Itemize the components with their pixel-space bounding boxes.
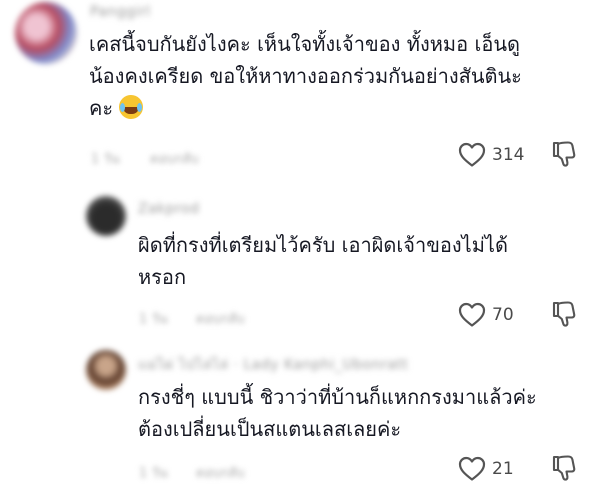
like-button[interactable]: 21 <box>458 456 514 482</box>
dislike-button[interactable] <box>551 454 577 486</box>
comment-line-1: ผิดที่กรงที่เตรียมไว้ครับ เอาผิดเจ้าของไ… <box>138 233 508 257</box>
reply-button[interactable]: ตอบกลับ <box>196 462 245 483</box>
thumb-down-outline-icon <box>552 301 576 327</box>
laughing-tears-emoji-icon <box>119 95 144 119</box>
like-button[interactable]: 70 <box>458 302 514 328</box>
like-count: 70 <box>492 305 514 325</box>
thumb-down-outline-icon <box>552 141 576 167</box>
heart-outline-icon <box>458 142 486 167</box>
reply-button[interactable]: ตอบกลับ <box>150 148 199 169</box>
comment-line-3-text: คะ <box>89 96 114 120</box>
heart-outline-icon <box>458 302 486 327</box>
comment-time: 1 วัน <box>139 466 168 481</box>
username[interactable]: แม่ไผ่ ไปไล่ไล่ · Lady Kanphi_Ubonratt <box>138 354 408 376</box>
dislike-button[interactable] <box>551 300 577 332</box>
like-button[interactable]: 314 <box>458 142 524 168</box>
thumb-down-outline-icon <box>552 455 576 481</box>
comment-line-2: ต้องเปลี่ยนเป็นสแตนเลสเลยค่ะ <box>138 417 402 441</box>
comment-text: เคสนี้จบกันยังไงคะ เห็นใจทั้งเจ้าของ ทั้… <box>89 28 589 124</box>
dislike-button[interactable] <box>551 140 577 172</box>
comment-line-2: หรอก <box>138 265 187 289</box>
comment-text: ผิดที่กรงที่เตรียมไว้ครับ เอาผิดเจ้าของไ… <box>138 229 588 293</box>
username[interactable]: Zakprod <box>138 201 200 217</box>
comment-line-1: กรงชี่ๆ แบบนี้ ชิวาว่าที่บ้านก็แหกกรงมาแ… <box>138 385 537 409</box>
comment-time: 1 วัน <box>91 152 120 167</box>
avatar[interactable] <box>15 2 77 64</box>
like-count: 314 <box>492 145 525 165</box>
comment-time: 1 วัน <box>139 312 168 327</box>
avatar[interactable] <box>86 350 126 390</box>
heart-outline-icon <box>458 456 486 481</box>
reply-button[interactable]: ตอบกลับ <box>196 308 245 329</box>
username[interactable]: Panggirl <box>90 4 151 20</box>
comment-text: กรงชี่ๆ แบบนี้ ชิวาว่าที่บ้านก็แหกกรงมาแ… <box>138 381 588 445</box>
avatar[interactable] <box>86 196 126 236</box>
comment-line-2: น้องคงเครียด ขอให้หาทางออกร่วมกันอย่างสั… <box>89 64 522 88</box>
comment-line-1: เคสนี้จบกันยังไงคะ เห็นใจทั้งเจ้าของ ทั้… <box>89 32 520 56</box>
like-count: 21 <box>492 459 514 479</box>
comment-line-3: คะ <box>89 92 589 124</box>
